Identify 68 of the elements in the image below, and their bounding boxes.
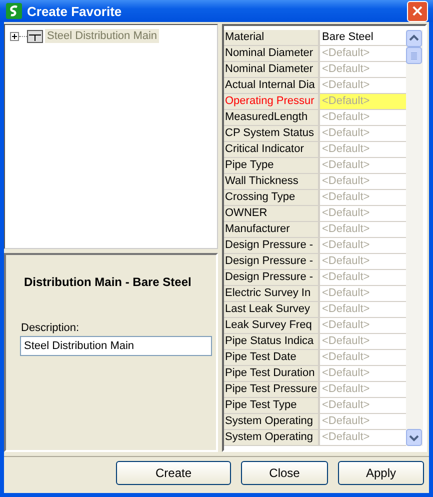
scroll-down-icon[interactable]	[406, 429, 422, 446]
expand-icon[interactable]	[10, 32, 19, 40]
dialog-button[interactable]: Close	[241, 461, 328, 485]
property-value[interactable]: <Default>	[320, 414, 406, 429]
dialog-button[interactable]: Create	[116, 461, 231, 485]
property-value[interactable]: <Default>	[320, 110, 406, 125]
property-name: Operating Pressur	[224, 94, 320, 109]
property-value[interactable]: <Default>	[320, 190, 406, 205]
property-name: Pipe Status Indica	[224, 334, 320, 349]
property-name: Last Leak Survey	[224, 302, 320, 317]
property-name: Pipe Test Type	[224, 398, 320, 413]
property-value[interactable]: <Default>	[320, 78, 406, 93]
property-name: OWNER	[224, 206, 320, 221]
property-name: Nominal Diameter	[224, 62, 320, 77]
property-value[interactable]: <Default>	[320, 46, 406, 61]
tree-item[interactable]: Steel Distribution Main	[45, 29, 160, 43]
property-value[interactable]: <Default>	[320, 206, 406, 221]
property-name: Leak Survey Freq	[224, 318, 320, 333]
property-value[interactable]: <Default>	[320, 142, 406, 157]
property-name: Pipe Test Date	[224, 350, 320, 365]
property-value[interactable]: <Default>	[320, 302, 406, 317]
details-heading: Distribution Main - Bare Steel	[24, 275, 192, 289]
property-value[interactable]: <Default>	[320, 270, 406, 285]
property-value[interactable]: Bare Steel	[320, 30, 406, 45]
property-name: Pipe Test Pressure	[224, 382, 320, 397]
description-field[interactable]: Steel Distribution Main	[20, 336, 212, 356]
property-value[interactable]: <Default>	[320, 126, 406, 141]
property-name: Crossing Type	[224, 190, 320, 205]
property-value[interactable]: <Default>	[320, 158, 406, 173]
property-name: Pipe Type	[224, 158, 320, 173]
dialog-button[interactable]: Apply	[338, 461, 424, 485]
property-value[interactable]: <Default>	[320, 398, 406, 413]
property-name: Nominal Diameter	[224, 46, 320, 61]
scrollbar[interactable]	[406, 30, 423, 446]
property-value[interactable]: <Default>	[320, 94, 406, 109]
property-value[interactable]: <Default>	[320, 174, 406, 189]
scroll-thumb-icon[interactable]	[406, 47, 422, 64]
property-name: Design Pressure -	[224, 238, 320, 253]
property-value[interactable]: <Default>	[320, 318, 406, 333]
property-name: Pipe Test Duration	[224, 366, 320, 381]
property-name: Wall Thickness	[224, 174, 320, 189]
property-value[interactable]: <Default>	[320, 222, 406, 237]
property-name: Critical Indicator	[224, 142, 320, 157]
property-name: Manufacturer	[224, 222, 320, 237]
scroll-up-icon[interactable]	[406, 30, 422, 47]
property-value[interactable]: <Default>	[320, 350, 406, 365]
close-button[interactable]: ×	[407, 0, 428, 22]
property-name: Material	[224, 30, 320, 45]
property-name: Electric Survey In	[224, 286, 320, 301]
property-name: System Operating	[224, 430, 320, 445]
property-value[interactable]: <Default>	[320, 366, 406, 381]
property-value[interactable]: <Default>	[320, 254, 406, 269]
property-value[interactable]: <Default>	[320, 430, 406, 445]
property-name: CP System Status	[224, 126, 320, 141]
property-name: Actual Internal Dia	[224, 78, 320, 93]
property-name: System Operating	[224, 414, 320, 429]
window-title: Create Favorite	[27, 4, 123, 18]
property-value[interactable]: <Default>	[320, 382, 406, 397]
pipe-icon	[27, 30, 43, 42]
property-value[interactable]: <Default>	[320, 238, 406, 253]
description-label: Description:	[21, 322, 80, 334]
app-icon	[6, 3, 22, 19]
property-name: Design Pressure -	[224, 270, 320, 285]
property-value[interactable]: <Default>	[320, 286, 406, 301]
property-value[interactable]: <Default>	[320, 62, 406, 77]
property-name: Design Pressure -	[224, 254, 320, 269]
property-value[interactable]: <Default>	[320, 334, 406, 349]
property-name: MeasuredLength	[224, 110, 320, 125]
